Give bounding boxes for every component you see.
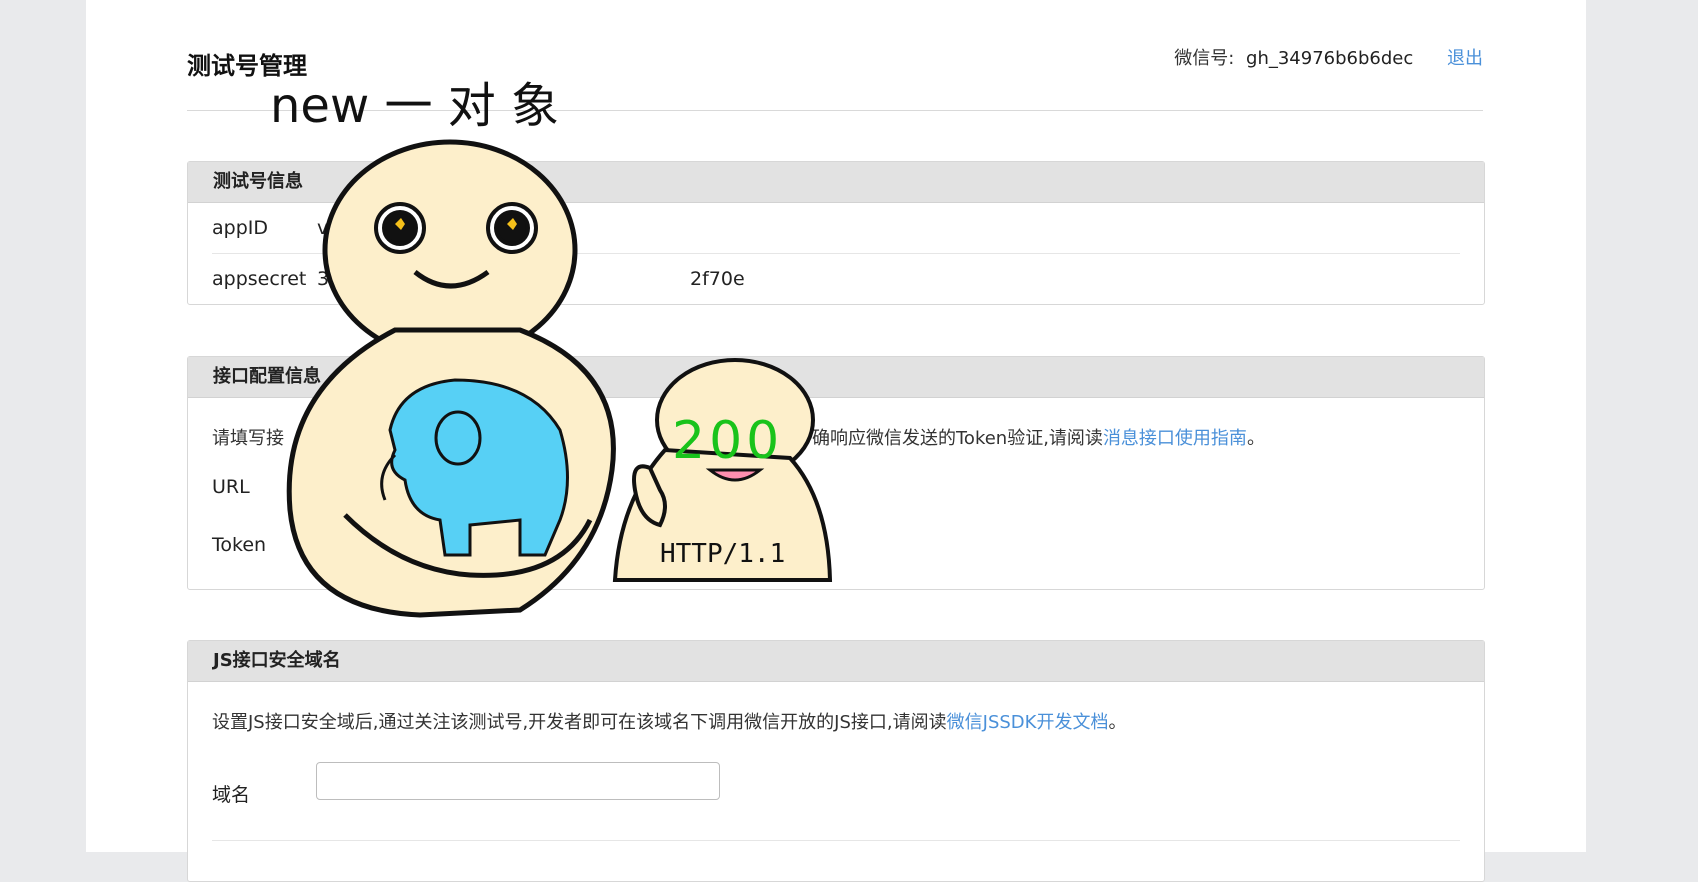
url-row: URL bbox=[212, 458, 1460, 516]
interface-desc-end: 确响应微信发送的Token验证,请阅读 bbox=[812, 428, 1103, 449]
test-info-panel: 测试号信息 appID v appsecret 3 2f70e bbox=[187, 161, 1485, 305]
domain-label: 域名 bbox=[212, 784, 251, 806]
logout-link[interactable]: 退出 bbox=[1447, 48, 1483, 69]
appid-row: appID v bbox=[212, 203, 1460, 254]
interface-desc-mid: 原, bbox=[676, 428, 700, 449]
message-guide-link[interactable]: 消息接口使用指南 bbox=[1103, 428, 1247, 449]
page-header: 测试号管理 微信号: gh_34976b6b6dec 退出 bbox=[187, 44, 1483, 111]
interface-desc-suffix: 。 bbox=[1246, 428, 1265, 449]
account-id: gh_34976b6b6dec bbox=[1246, 48, 1414, 69]
js-domain-panel: JS接口安全域名 设置JS接口安全域后,通过关注该测试号,开发者即可在该域名下调… bbox=[187, 640, 1485, 882]
interface-config-title: 接口配置信息 bbox=[188, 357, 1484, 398]
domain-row: 域名 bbox=[212, 762, 1460, 820]
url-label: URL bbox=[212, 476, 250, 498]
js-domain-desc: 设置JS接口安全域后,通过关注该测试号,开发者即可在该域名下调用微信开放的JS接… bbox=[212, 682, 1460, 742]
page-title: 测试号管理 bbox=[187, 52, 307, 80]
interface-config-panel: 接口配置信息 请填写接 原, 确响应微信发送的Token验证,请阅读消息接口使用… bbox=[187, 356, 1485, 590]
appsecret-value-tail: 2f70e bbox=[690, 268, 745, 290]
test-info-title: 测试号信息 bbox=[188, 162, 1484, 203]
appid-label: appID bbox=[212, 217, 268, 239]
interface-desc-end-wrap: 确响应微信发送的Token验证,请阅读消息接口使用指南。 bbox=[812, 424, 1265, 450]
js-domain-desc-suffix: 。 bbox=[1108, 712, 1127, 733]
page-container: 测试号管理 微信号: gh_34976b6b6dec 退出 测试号信息 appI… bbox=[86, 0, 1586, 882]
js-domain-title: JS接口安全域名 bbox=[188, 641, 1484, 682]
appid-value: v bbox=[317, 217, 329, 239]
js-domain-desc-text: 设置JS接口安全域后,通过关注该测试号,开发者即可在该域名下调用微信开放的JS接… bbox=[212, 712, 947, 733]
interface-desc-start: 请填写接 bbox=[212, 428, 284, 449]
interface-config-desc: 请填写接 原, 确响应微信发送的Token验证,请阅读消息接口使用指南。 bbox=[212, 398, 1460, 458]
domain-input[interactable] bbox=[316, 762, 720, 800]
token-label: Token bbox=[212, 534, 267, 556]
jssdk-doc-link[interactable]: 微信JSSDK开发文档 bbox=[947, 712, 1109, 733]
appsecret-label: appsecret bbox=[212, 268, 307, 290]
appsecret-value: 3 bbox=[317, 268, 330, 290]
token-row: Token bbox=[212, 516, 1460, 574]
account-label: 微信号: bbox=[1174, 48, 1235, 69]
js-domain-divider bbox=[212, 840, 1460, 841]
appsecret-row: appsecret 3 2f70e bbox=[212, 254, 1460, 304]
account-info: 微信号: gh_34976b6b6dec 退出 bbox=[1174, 44, 1483, 70]
